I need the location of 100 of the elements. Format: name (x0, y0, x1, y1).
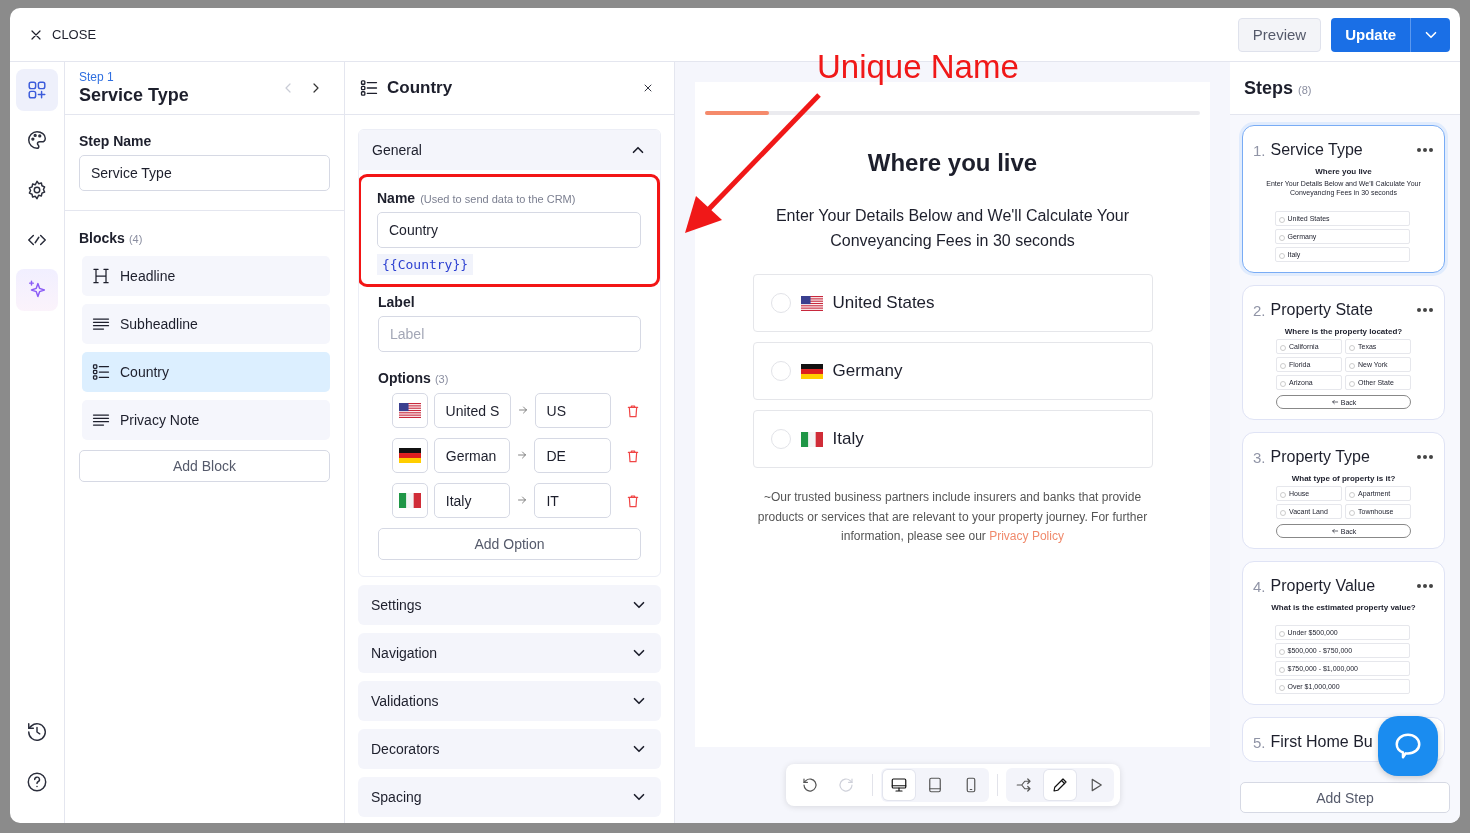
option-label: Germany (832, 361, 903, 381)
step-number: 4. (1253, 577, 1266, 595)
accordion-header[interactable]: Settings (358, 585, 661, 625)
variable-tag: {{Country}} (377, 254, 474, 275)
section-title: Options (378, 370, 431, 386)
step-label: Step 1 (79, 70, 115, 84)
flag-icon (398, 493, 421, 508)
add-step-button[interactable]: Add Step (1240, 782, 1450, 813)
option-card[interactable]: Germany (752, 342, 1153, 400)
step-number: 2. (1253, 301, 1266, 319)
preview-button[interactable]: Preview (1237, 17, 1322, 52)
preview-heading: Where you live (1315, 167, 1372, 176)
edit-button[interactable] (1043, 770, 1076, 800)
accordion-header[interactable]: Navigation (358, 633, 661, 673)
field-label: Name (377, 190, 416, 206)
trash-icon (625, 492, 641, 509)
trash-icon (625, 447, 641, 464)
name-field[interactable]: Country (377, 212, 641, 248)
block-item[interactable]: Headline (82, 256, 330, 296)
arrow-icon (516, 403, 529, 416)
field-label: Step Name (79, 133, 152, 149)
flag-icon (800, 295, 823, 311)
option-label-field[interactable]: Italy (433, 483, 511, 518)
flag-icon (398, 403, 421, 418)
flag-picker[interactable] (392, 393, 428, 428)
step-title: Property State (1270, 301, 1373, 319)
delete-button[interactable] (625, 492, 641, 509)
step-number: 1. (1253, 141, 1266, 159)
flag-icon (398, 448, 421, 463)
option-count: (3) (434, 373, 449, 385)
privacy-note: ~Our trusted business partners include insurers and banks that provide products or services that are relevant to your property journey. For further information, please see our Privacy Policy (756, 489, 1149, 545)
arrow-icon (1330, 398, 1339, 406)
settings-icon (26, 179, 48, 201)
ai-tab[interactable] (16, 269, 58, 311)
arrow-icon (1330, 527, 1339, 535)
flag-icon (800, 431, 823, 447)
step-title: Service Type (1270, 141, 1363, 159)
add-option-button[interactable]: Add Option (378, 528, 641, 560)
section-title: Blocks (79, 230, 125, 246)
flag-picker[interactable] (392, 438, 428, 473)
option-card[interactable]: Italy (752, 410, 1153, 468)
delete-button[interactable] (625, 402, 641, 419)
step-number: 5. (1253, 733, 1266, 751)
step-name-field[interactable]: Service Type (79, 155, 330, 191)
step-title: First Home Bu (1270, 733, 1373, 751)
option-card[interactable]: United States (752, 274, 1153, 332)
preview-heading: What is the estimated property value? (1271, 603, 1416, 612)
more-icon (1416, 307, 1434, 313)
heading-icon (91, 266, 111, 286)
delete-button[interactable] (625, 447, 641, 464)
desktop-button[interactable] (882, 770, 915, 800)
add-block-button[interactable]: Add Block (79, 450, 330, 482)
panel-title: Steps (1244, 77, 1294, 99)
more-button[interactable] (1416, 454, 1434, 460)
step-title: Property Type (1270, 448, 1370, 466)
option-value-field[interactable]: US (534, 393, 611, 428)
accordion-header[interactable]: Validations (358, 681, 661, 721)
trash-icon (625, 402, 641, 419)
option-label: United States (832, 293, 935, 313)
chat-button[interactable] (1378, 716, 1438, 776)
flag-icon (800, 363, 823, 379)
more-button[interactable] (1416, 307, 1434, 313)
step-count: (8) (1298, 84, 1312, 96)
step-title: Service Type (79, 85, 190, 106)
annotation-text: Unique Name (817, 48, 1019, 86)
list-icon (91, 362, 111, 382)
step-number: 3. (1253, 448, 1266, 466)
option-value-field[interactable]: DE (534, 438, 611, 473)
more-button[interactable] (1416, 147, 1434, 153)
field-hint: (Used to send data to the CRM) (420, 193, 576, 205)
option-label-field[interactable]: German (433, 438, 511, 473)
help-icon (26, 771, 48, 793)
arrow-icon (516, 448, 529, 461)
blocks-icon (26, 79, 48, 101)
accordion-header[interactable]: Spacing (358, 777, 661, 817)
block-item[interactable]: Privacy Note (82, 400, 330, 440)
more-icon (1416, 454, 1434, 460)
block-count: (4) (128, 233, 143, 245)
option-value-field[interactable]: IT (534, 483, 611, 518)
form-subheading: Enter Your Details Below and We'll Calculate Your Conveyancing Fees in 30 seconds (774, 206, 1131, 251)
palette-icon (26, 129, 48, 151)
more-button[interactable] (1416, 583, 1434, 589)
list-icon (359, 78, 379, 98)
history-icon (26, 721, 48, 743)
option-label-field[interactable]: United S (433, 393, 511, 428)
field-label: Label (378, 294, 415, 310)
preview-heading: What type of property is it? (1291, 474, 1396, 483)
form-heading: Where you live (867, 149, 1038, 177)
step-title: Property Value (1270, 577, 1376, 595)
block-item[interactable]: Subheadline (82, 304, 330, 344)
panel-title: Country (387, 78, 454, 98)
accordion-header[interactable]: Decorators (358, 729, 661, 769)
option-label: Italy (832, 429, 864, 449)
more-icon (1416, 583, 1434, 589)
chat-bubble-icon (1393, 731, 1423, 761)
preview-heading: Where is the property located? (1284, 327, 1403, 336)
accordion-header[interactable]: General (359, 130, 660, 170)
more-icon (1416, 147, 1434, 153)
block-item[interactable]: Country (82, 352, 330, 392)
close-button[interactable]: CLOSE (24, 22, 101, 47)
